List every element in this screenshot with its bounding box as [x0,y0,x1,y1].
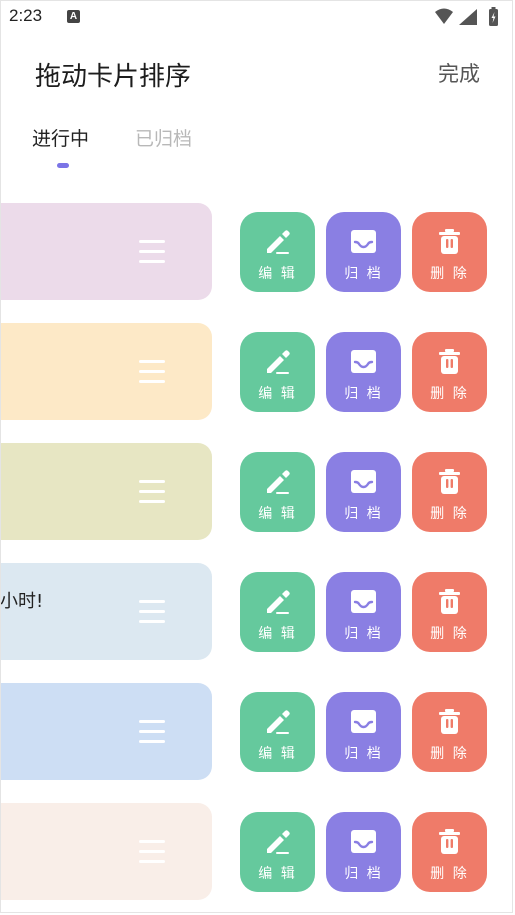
card-text: 小时! [0,591,44,612]
wifi-icon [435,8,453,24]
trash-can-icon [439,469,460,494]
edit-label: 编 辑 [258,866,297,882]
notification-icon: A [67,10,80,23]
delete-label: 删 除 [430,866,469,882]
archive-label: 归 档 [344,746,383,762]
pencil-icon [267,470,290,494]
delete-label: 删 除 [430,626,469,642]
status-icons [435,7,498,26]
archive-label: 归 档 [344,626,383,642]
archive-button[interactable]: 归 档 [326,332,401,412]
archive-label: 归 档 [344,266,383,282]
pencil-icon [267,710,290,734]
edit-label: 编 辑 [258,746,297,762]
archive-button[interactable]: 归 档 [326,212,401,292]
pencil-icon [267,350,290,374]
trash-can-icon [439,349,460,374]
trash-can-icon [439,829,460,854]
edit-label: 编 辑 [258,506,297,522]
archive-label: 归 档 [344,506,383,522]
delete-label: 删 除 [430,506,469,522]
archive-label: 归 档 [344,866,383,882]
drag-handle-icon[interactable] [139,360,165,384]
task-card[interactable] [0,683,212,780]
trash-can-icon [439,709,460,734]
drag-handle-icon[interactable] [139,240,165,264]
delete-button[interactable]: 删 除 [412,572,487,652]
task-card[interactable] [0,203,212,300]
tab-indicator [57,163,69,168]
tab-bar: 进行中 已归档 [0,118,515,178]
tab-in-progress[interactable]: 进行中 [32,124,89,151]
edit-button[interactable]: 编 辑 [240,812,315,892]
drag-handle-icon[interactable] [139,720,165,744]
task-card[interactable] [0,803,212,900]
delete-button[interactable]: 删 除 [412,692,487,772]
edit-label: 编 辑 [258,386,297,402]
delete-button[interactable]: 删 除 [412,332,487,412]
trash-can-icon [439,229,460,254]
edit-label: 编 辑 [258,626,297,642]
pencil-icon [267,230,290,254]
battery-icon [489,7,498,26]
archive-button[interactable]: 归 档 [326,572,401,652]
card-row: 编 辑 归 档 删 除 [0,683,515,783]
delete-button[interactable]: 删 除 [412,212,487,292]
pencil-icon [267,590,290,614]
drag-handle-icon[interactable] [139,600,165,624]
signal-icon [459,9,477,25]
archive-label: 归 档 [344,386,383,402]
status-bar: 2:23 A [0,0,515,34]
archive-button[interactable]: 归 档 [326,452,401,532]
inbox-tray-icon [351,230,376,253]
archive-button[interactable]: 归 档 [326,692,401,772]
tab-archived[interactable]: 已归档 [135,124,192,151]
trash-can-icon [439,589,460,614]
page-header: 拖动卡片排序 完成 [0,46,515,98]
edit-button[interactable]: 编 辑 [240,212,315,292]
card-row: 编 辑 归 档 删 除 [0,323,515,423]
inbox-tray-icon [351,350,376,373]
inbox-tray-icon [351,710,376,733]
task-card[interactable]: 小时! [0,563,212,660]
task-card[interactable] [0,443,212,540]
inbox-tray-icon [351,590,376,613]
delete-button[interactable]: 删 除 [412,452,487,532]
edit-button[interactable]: 编 辑 [240,572,315,652]
status-time: 2:23 [9,6,43,25]
drag-handle-icon[interactable] [139,840,165,864]
card-row: 小时! 编 辑 归 档 删 除 [0,563,515,663]
drag-handle-icon[interactable] [139,480,165,504]
delete-label: 删 除 [430,266,469,282]
inbox-tray-icon [351,830,376,853]
edit-button[interactable]: 编 辑 [240,332,315,412]
edit-button[interactable]: 编 辑 [240,692,315,772]
delete-label: 删 除 [430,746,469,762]
card-row: 编 辑 归 档 删 除 [0,443,515,543]
done-button[interactable]: 完成 [438,58,480,88]
edit-label: 编 辑 [258,266,297,282]
card-row: 编 辑 归 档 删 除 [0,803,515,903]
pencil-icon [267,830,290,854]
delete-label: 删 除 [430,386,469,402]
card-row: 编 辑 归 档 删 除 [0,203,515,303]
inbox-tray-icon [351,470,376,493]
edit-button[interactable]: 编 辑 [240,452,315,532]
page-title: 拖动卡片排序 [35,62,192,92]
archive-button[interactable]: 归 档 [326,812,401,892]
delete-button[interactable]: 删 除 [412,812,487,892]
task-card[interactable] [0,323,212,420]
